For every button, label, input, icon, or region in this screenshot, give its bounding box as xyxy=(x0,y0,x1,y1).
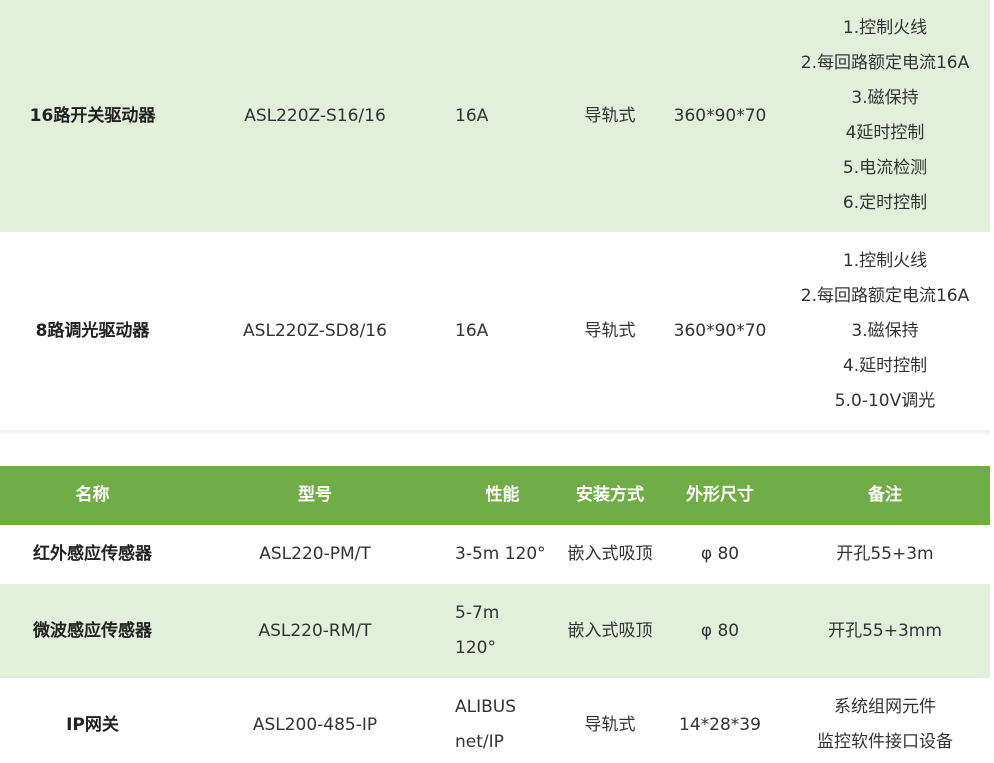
performance-line: ALIBUS xyxy=(455,697,517,717)
note-line: 2.每回路额定电流16A xyxy=(800,53,970,73)
note-line: 监控软件接口设备 xyxy=(817,732,953,752)
product-performance: ALIBUS net/IP xyxy=(445,678,560,763)
product-install: 导轨式 xyxy=(584,320,636,341)
header-model: 型号 xyxy=(298,485,332,505)
product-name: 微波感应传感器 xyxy=(33,620,152,641)
note-line: 开孔55+3mm xyxy=(828,620,942,641)
note-line: 开孔55+3m xyxy=(836,544,934,564)
performance-line: net/IP xyxy=(455,732,504,752)
note-line: 3.磁保持 xyxy=(851,88,919,108)
product-performance: 3-5m 120° xyxy=(445,525,560,584)
note-line: 5.电流检测 xyxy=(842,158,928,178)
table-row: 红外感应传感器 ASL220-PM/T 3-5m 120° 嵌入式吸顶 φ 80… xyxy=(0,525,990,584)
product-notes: 1.控制火线 2.每回路额定电流16A 3.磁保持 4延时控制 5.电流检测 6… xyxy=(780,0,990,232)
product-name: 红外感应传感器 xyxy=(33,544,152,564)
table-row: 8路调光驱动器 ASL220Z-SD8/16 16A 导轨式 360*90*70… xyxy=(0,232,990,430)
product-notes: 1.控制火线 2.每回路额定电流16A 3.磁保持 4.延时控制 5.0-10V… xyxy=(780,232,990,430)
header-notes: 备注 xyxy=(868,485,902,505)
product-model: ASL220Z-SD8/16 xyxy=(243,320,387,341)
product-name: IP网关 xyxy=(66,714,119,735)
note-line: 3.磁保持 xyxy=(851,320,919,341)
product-performance: 16A xyxy=(455,105,489,126)
table-header-row: 名称 型号 性能 安装方式 外形尺寸 备注 xyxy=(0,466,990,525)
table-row: IP网关 ASL200-485-IP ALIBUS net/IP 导轨式 14*… xyxy=(0,678,990,763)
product-model: ASL220Z-S16/16 xyxy=(244,105,386,126)
product-size: 360*90*70 xyxy=(673,105,767,126)
product-install: 导轨式 xyxy=(584,714,636,735)
product-size: 360*90*70 xyxy=(673,320,767,341)
product-notes: 系统组网元件 监控软件接口设备 xyxy=(780,678,990,763)
performance-line: 120° xyxy=(455,638,496,658)
product-performance: 5-7m 120° xyxy=(445,584,560,678)
note-line: 4.延时控制 xyxy=(842,355,928,376)
product-name: 16路开关驱动器 xyxy=(29,105,156,126)
performance-line: 5-7m xyxy=(455,603,500,623)
table-row: 16路开关驱动器 ASL220Z-S16/16 16A 导轨式 360*90*7… xyxy=(0,0,990,232)
product-size: φ 80 xyxy=(700,544,740,564)
note-line: 6.定时控制 xyxy=(842,193,928,213)
sensor-table: 名称 型号 性能 安装方式 外形尺寸 备注 红外感应传感器 ASL220-PM/… xyxy=(0,466,990,763)
product-notes: 开孔55+3mm xyxy=(780,584,990,678)
product-size: 14*28*39 xyxy=(679,714,761,735)
product-install: 嵌入式吸顶 xyxy=(567,544,653,564)
note-line: 1.控制火线 xyxy=(842,250,928,271)
note-line: 2.每回路额定电流16A xyxy=(800,285,970,306)
product-name: 8路调光驱动器 xyxy=(35,320,150,341)
header-name: 名称 xyxy=(75,485,110,505)
product-install: 嵌入式吸顶 xyxy=(567,620,653,641)
product-model: ASL220-RM/T xyxy=(258,620,372,641)
product-notes: 开孔55+3m xyxy=(780,525,990,584)
table-row: 微波感应传感器 ASL220-RM/T 5-7m 120° 嵌入式吸顶 φ 80… xyxy=(0,584,990,678)
product-model: ASL200-485-IP xyxy=(252,714,378,735)
page: 16路开关驱动器 ASL220Z-S16/16 16A 导轨式 360*90*7… xyxy=(0,0,994,763)
product-install: 导轨式 xyxy=(584,105,636,126)
note-line: 5.0-10V调光 xyxy=(834,390,936,411)
product-performance: 16A xyxy=(455,320,489,341)
table-divider xyxy=(0,430,990,436)
note-line: 系统组网元件 xyxy=(834,697,936,717)
performance-line: 3-5m 120° xyxy=(455,544,546,564)
note-line: 1.控制火线 xyxy=(842,18,928,38)
header-install: 安装方式 xyxy=(576,485,644,505)
note-line: 4延时控制 xyxy=(845,123,925,143)
header-performance: 性能 xyxy=(485,485,520,505)
header-size: 外形尺寸 xyxy=(686,485,754,505)
driver-table: 16路开关驱动器 ASL220Z-S16/16 16A 导轨式 360*90*7… xyxy=(0,0,990,430)
product-size: φ 80 xyxy=(700,620,740,641)
product-model: ASL220-PM/T xyxy=(259,544,371,564)
